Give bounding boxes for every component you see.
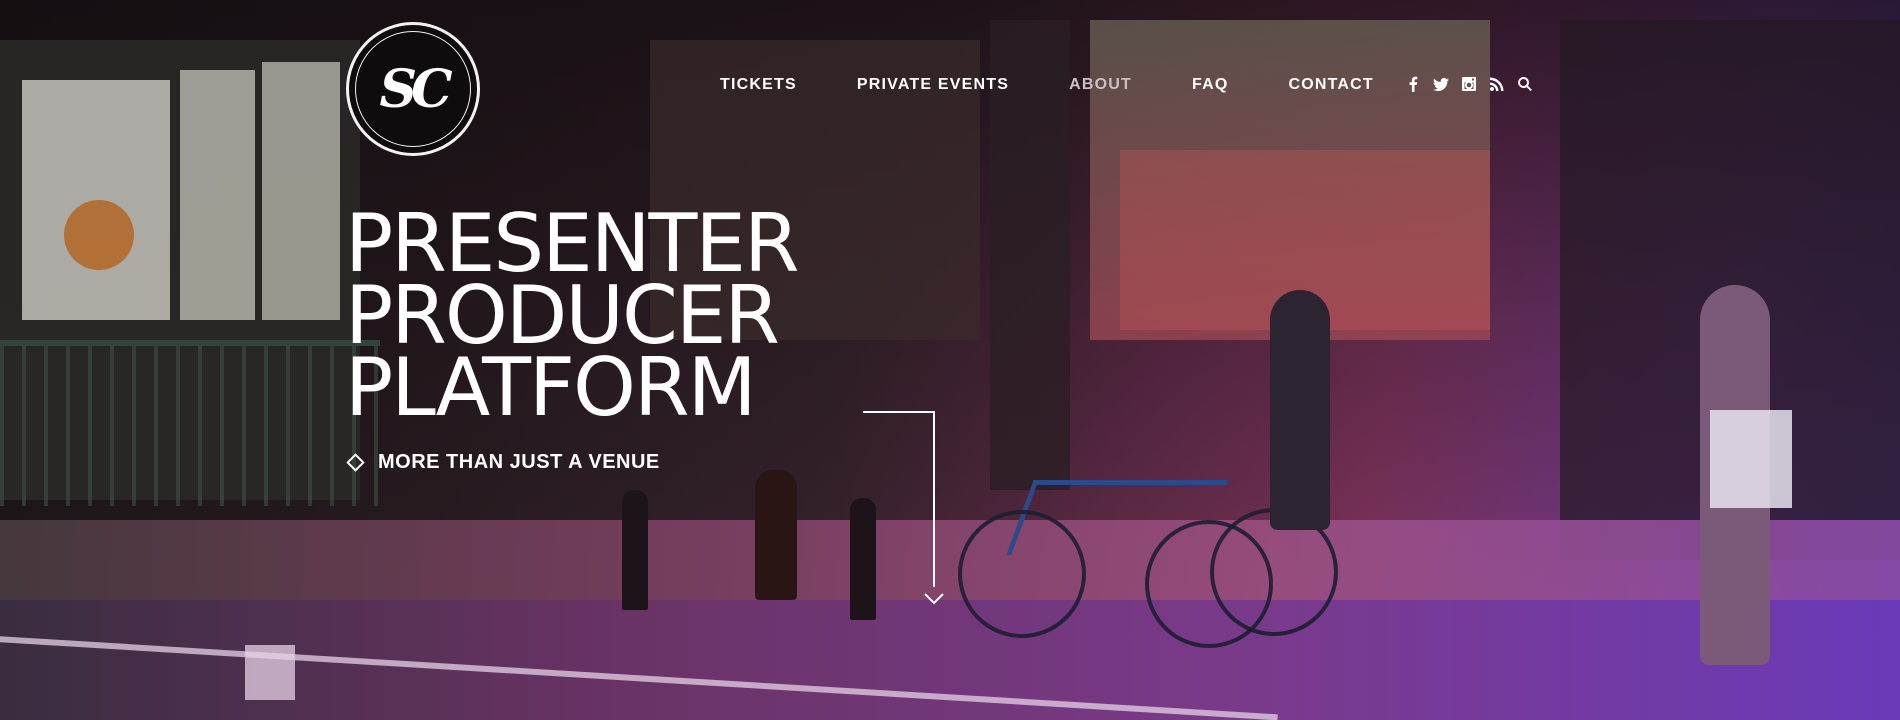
scroll-indicator-line	[863, 411, 935, 413]
poster-emblem	[64, 200, 134, 270]
headline-line: PLATFORM	[345, 341, 757, 434]
subway-railing	[0, 340, 380, 506]
nav-faq[interactable]: FAQ	[1192, 76, 1229, 94]
poster	[262, 62, 340, 320]
bollard	[622, 490, 648, 610]
hero-background	[0, 0, 1900, 720]
nav-tickets[interactable]: TICKETS	[720, 76, 797, 94]
nav-contact[interactable]: CONTACT	[1288, 76, 1373, 94]
street-marking	[245, 645, 295, 700]
shopping-bag	[1710, 410, 1792, 508]
chevron-down-icon[interactable]	[923, 592, 945, 606]
logo-text: SC	[379, 58, 453, 120]
tagline-text: MORE THAN JUST A VENUE	[378, 451, 660, 473]
scroll-indicator-line	[933, 411, 935, 587]
rss-icon[interactable]	[1487, 74, 1507, 94]
hero-headline: PRESENTER PRODUCER PLATFORM	[345, 204, 800, 434]
site-logo[interactable]: SC	[346, 22, 480, 156]
pedestrian	[1270, 290, 1330, 530]
logo-ring: SC	[355, 31, 471, 147]
instagram-icon[interactable]	[1459, 74, 1479, 94]
diamond-icon	[346, 453, 365, 472]
nav-about[interactable]: ABOUT	[1069, 76, 1132, 94]
poster	[180, 70, 255, 320]
bollard	[850, 498, 876, 620]
bicycle-wheel	[958, 510, 1086, 638]
facebook-icon[interactable]	[1403, 74, 1423, 94]
search-icon[interactable]	[1515, 74, 1535, 94]
social-icons	[1403, 74, 1543, 94]
hero-tagline: MORE THAN JUST A VENUE	[346, 451, 660, 474]
twitter-icon[interactable]	[1431, 74, 1451, 94]
nav-private-events[interactable]: PRIVATE EVENTS	[857, 76, 1009, 94]
main-nav: TICKETS PRIVATE EVENTS ABOUT FAQ CONTACT	[720, 76, 1434, 94]
fire-hydrant	[755, 470, 797, 600]
